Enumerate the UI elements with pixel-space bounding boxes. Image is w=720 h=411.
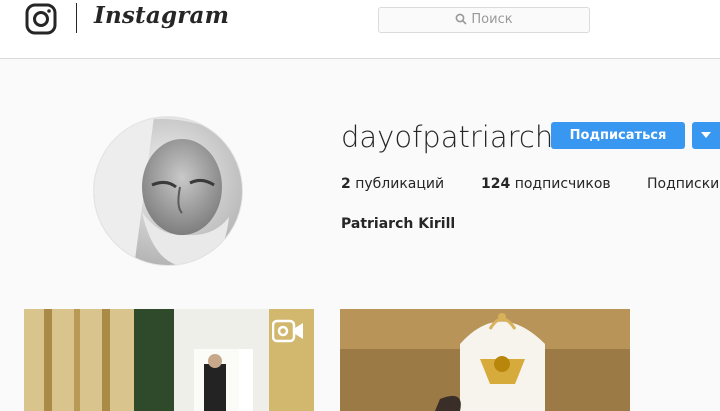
profile-username: dayofpatriarch: [341, 120, 554, 154]
logo-divider: [76, 3, 77, 33]
followers-count: 124: [481, 176, 511, 192]
post-thumbnail[interactable]: [340, 309, 630, 411]
top-navigation-bar: Instagram Поиск: [0, 0, 720, 59]
instagram-glyph-icon[interactable]: [25, 3, 57, 35]
chevron-down-icon: [701, 132, 711, 138]
suggestions-dropdown-button[interactable]: [692, 122, 720, 149]
instagram-wordmark-logo[interactable]: Instagram: [94, 2, 229, 29]
posts-count: 2: [341, 176, 351, 192]
profile-avatar[interactable]: [93, 116, 243, 266]
followers-label: подписчиков: [514, 176, 611, 192]
following-stat[interactable]: Подписки: [647, 176, 719, 192]
posts-label: публикаций: [355, 176, 445, 192]
search-icon: [456, 13, 467, 25]
posts-stat: 2 публикаций: [341, 176, 444, 192]
avatar-portrait-image: [94, 117, 242, 265]
profile-full-name: Patriarch Kirill: [341, 216, 456, 232]
video-camera-icon: [272, 319, 303, 343]
post-thumbnail[interactable]: [24, 309, 314, 411]
search-placeholder: Поиск: [471, 12, 513, 27]
followers-stat[interactable]: 124 подписчиков: [481, 176, 611, 192]
search-box[interactable]: Поиск: [378, 7, 590, 33]
post-video-image: [24, 309, 314, 411]
post-photo-image: [340, 309, 630, 411]
follow-button[interactable]: Подписаться: [551, 122, 685, 149]
following-label: Подписки: [647, 176, 720, 192]
